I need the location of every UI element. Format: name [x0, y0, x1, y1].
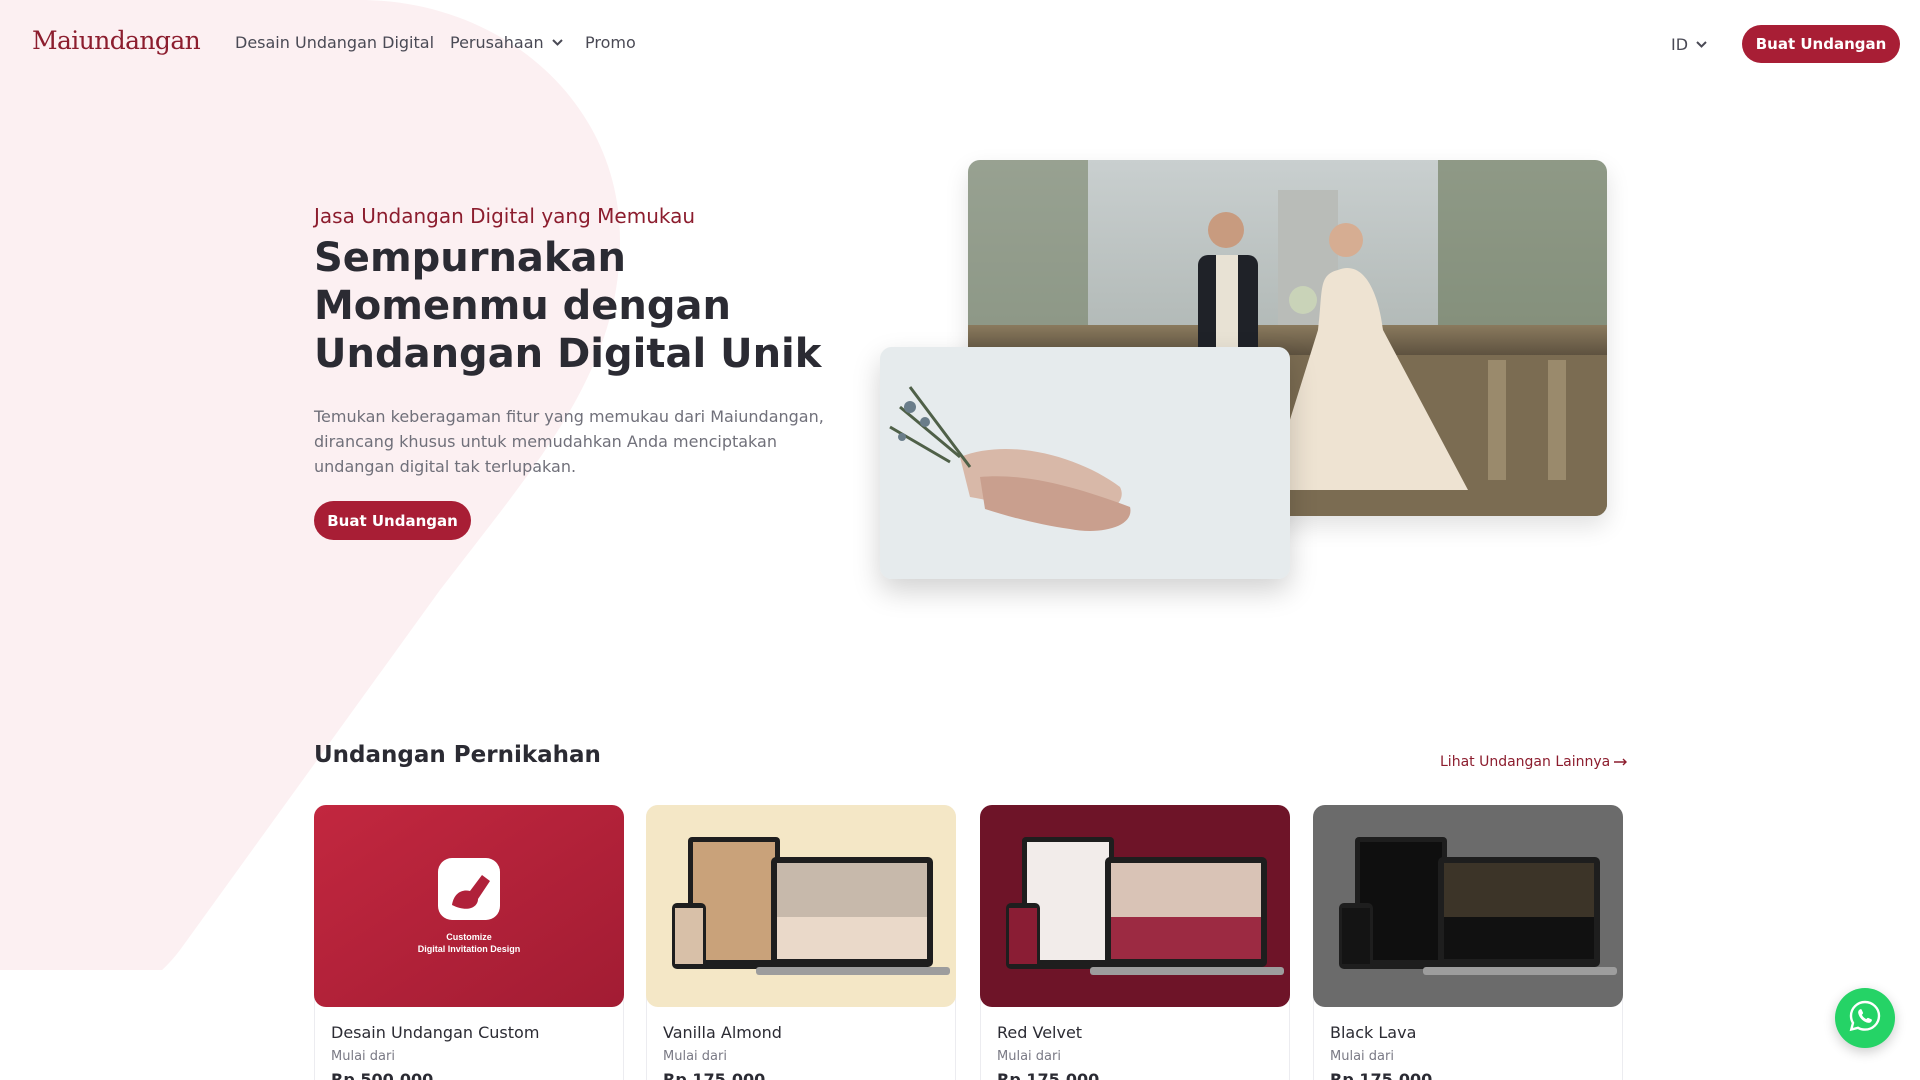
create-invitation-button[interactable]: Buat Undangan: [1742, 25, 1900, 63]
chevron-down-icon: [551, 39, 563, 46]
card-image: [980, 805, 1290, 1007]
brand-logo[interactable]: Maiundangan: [32, 26, 201, 55]
hero-description: Temukan keberagaman fitur yang memukau d…: [314, 407, 824, 476]
section-title: Undangan Pernikahan: [314, 742, 601, 768]
chevron-down-icon: [1696, 41, 1707, 48]
nav-link-label: Perusahaan: [450, 33, 544, 52]
hero-create-invitation-button[interactable]: Buat Undangan: [314, 501, 471, 540]
invitation-card-black-lava[interactable]: Black Lava Mulai dari Rp 175.000: [1313, 805, 1623, 1080]
card-price: Rp 175.000: [997, 1070, 1100, 1080]
card-name: Red Velvet: [997, 1023, 1083, 1042]
card-price-prefix: Mulai dari: [331, 1049, 395, 1064]
nav-link-label: Desain Undangan Digital: [235, 33, 435, 52]
nav-link-perusahaan[interactable]: Perusahaan: [450, 33, 563, 52]
arrow-right-icon: [1614, 754, 1628, 770]
card-price-prefix: Mulai dari: [997, 1049, 1061, 1064]
card-name: Desain Undangan Custom: [331, 1023, 540, 1042]
invitation-card-vanilla-almond[interactable]: Vanilla Almond Mulai dari Rp 175.000: [646, 805, 956, 1080]
whatsapp-icon: [1848, 999, 1882, 1037]
nav-link-desain[interactable]: Desain Undangan Digital: [235, 33, 434, 52]
whatsapp-button[interactable]: [1835, 988, 1895, 1048]
card-caption-line1: Customize: [446, 932, 492, 942]
hero-eyebrow: Jasa Undangan Digital yang Memukau: [314, 204, 696, 228]
card-price: Rp 500.000: [331, 1070, 434, 1080]
card-caption-line2: Digital Invitation Design: [418, 944, 521, 954]
card-price: Rp 175.000: [663, 1070, 766, 1080]
nav-link-promo[interactable]: Promo: [585, 33, 636, 52]
card-image: [1313, 805, 1623, 1007]
invitation-card-red-velvet[interactable]: Red Velvet Mulai dari Rp 175.000: [980, 805, 1290, 1080]
card-price-prefix: Mulai dari: [663, 1049, 727, 1064]
bride-hands-photo: [880, 347, 1290, 579]
top-navigation: Maiundangan Desain Undangan Digital Peru…: [0, 0, 1920, 88]
brush-icon: [438, 858, 500, 920]
card-image: [646, 805, 956, 1007]
card-name: Black Lava: [1330, 1023, 1417, 1042]
card-price-prefix: Mulai dari: [1330, 1049, 1394, 1064]
language-label: ID: [1671, 35, 1689, 54]
see-more-link[interactable]: Lihat Undangan Lainnya: [1440, 754, 1628, 770]
nav-link-label: Promo: [585, 33, 636, 52]
invitation-card-custom[interactable]: Customize Digital Invitation Design Desa…: [314, 805, 624, 1080]
card-price: Rp 175.000: [1330, 1070, 1433, 1080]
hero-title: Sempurnakan Momenmu dengan Undangan Digi…: [314, 235, 822, 377]
card-name: Vanilla Almond: [663, 1023, 782, 1042]
see-more-label: Lihat Undangan Lainnya: [1440, 754, 1611, 770]
card-image: Customize Digital Invitation Design: [314, 805, 624, 1007]
language-selector[interactable]: ID: [1671, 35, 1707, 54]
